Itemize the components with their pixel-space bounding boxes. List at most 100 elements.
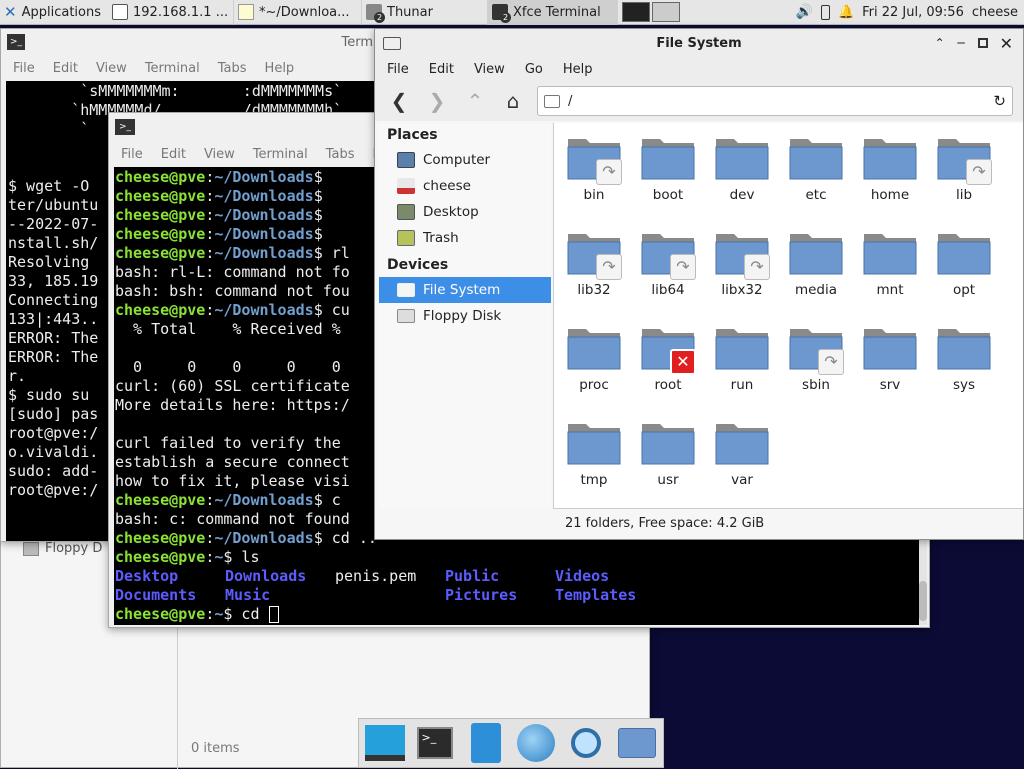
command-text: cd ..	[323, 529, 377, 547]
folder-icon	[640, 418, 696, 468]
back-button[interactable]: ❮	[385, 87, 413, 115]
drive-icon	[544, 95, 560, 108]
folder-item-libx32[interactable]: ↷libx32	[705, 228, 779, 298]
menu-item-view[interactable]: View	[204, 147, 235, 162]
title-bar[interactable]: >_ Term	[1, 29, 379, 55]
command-text: cd	[232, 605, 268, 623]
folder-item-tmp[interactable]: tmp	[557, 418, 631, 488]
taskbar-item-editor[interactable]: *~/Downloa...	[234, 0, 362, 25]
folder-item-lib32[interactable]: ↷lib32	[557, 228, 631, 298]
menu-item-edit[interactable]: Edit	[53, 61, 78, 76]
parent-folder-button[interactable]: ⌃	[461, 87, 489, 115]
menu-item-edit[interactable]: Edit	[429, 62, 454, 77]
scrollbar-thumb[interactable]	[919, 581, 927, 621]
folder-item-sys[interactable]: sys	[927, 323, 1001, 393]
ls-entry: Pictures	[445, 586, 555, 605]
folder-item-media[interactable]: media	[779, 228, 853, 298]
no-access-icon: ✕	[670, 349, 696, 375]
menu-item-terminal[interactable]: Terminal	[253, 147, 308, 162]
menu-item-tabs[interactable]: Tabs	[218, 61, 247, 76]
menu-item-help[interactable]: Help	[265, 61, 295, 76]
applications-menu[interactable]: ✕ Applications	[0, 0, 108, 25]
folder-item-proc[interactable]: proc	[557, 323, 631, 393]
sidebar-item-file-system[interactable]: File System	[379, 277, 551, 303]
output-text: % Total % Received %	[115, 320, 341, 338]
sidebar-item-desktop[interactable]: Desktop	[379, 199, 551, 225]
sidebar-item-trash[interactable]: Trash	[379, 225, 551, 251]
folder-item-root[interactable]: ✕root	[631, 323, 705, 393]
workspace-switcher[interactable]	[618, 0, 684, 25]
folder-icon: ✕	[640, 323, 696, 373]
menu-item-edit[interactable]: Edit	[161, 147, 186, 162]
folder-item-boot[interactable]: boot	[631, 133, 705, 203]
file-system-window[interactable]: File System ⌃ ‒ ✕ File Edit View Go Help ❮ ❯…	[374, 28, 1024, 540]
workspace-2-icon[interactable]	[652, 2, 680, 22]
show-desktop-icon[interactable]	[365, 721, 405, 765]
folder-item-lib[interactable]: ↷lib	[927, 133, 1001, 203]
system-tray: 🔊 🔔 Fri 22 Jul, 09:56 cheese	[790, 4, 1024, 20]
reload-icon[interactable]: ↻	[993, 92, 1006, 110]
home-folder-icon	[397, 178, 415, 194]
prompt-path: ~/Downloads	[214, 168, 313, 186]
menu-item-file[interactable]: File	[387, 62, 409, 77]
taskbar-item-browser[interactable]: 192.168.1.1 ...	[108, 0, 234, 25]
workspace-1-icon[interactable]	[622, 2, 650, 22]
folder-item-mnt[interactable]: mnt	[853, 228, 927, 298]
folder-name: proc	[557, 377, 631, 393]
menu-item-go[interactable]: Go	[525, 62, 543, 77]
folder-item-lib64[interactable]: ↷lib64	[631, 228, 705, 298]
forward-button[interactable]: ❯	[423, 87, 451, 115]
app-finder-icon[interactable]	[566, 721, 606, 765]
menu-item-file[interactable]: File	[13, 61, 35, 76]
folder-name: sys	[927, 377, 1001, 393]
taskbar-item-thunar[interactable]: 2 Thunar	[362, 0, 488, 25]
menu-item-tabs[interactable]: Tabs	[326, 147, 355, 162]
terminal-line: cheese@pve:~$ cd	[115, 605, 919, 624]
folder-item-srv[interactable]: srv	[853, 323, 927, 393]
menu-item-view[interactable]: View	[474, 62, 505, 77]
battery-icon[interactable]	[821, 5, 830, 20]
folder-item-sbin[interactable]: ↷sbin	[779, 323, 853, 393]
menu-item-view[interactable]: View	[96, 61, 127, 76]
folder-icon	[936, 323, 992, 373]
volume-icon[interactable]: 🔊	[796, 4, 813, 20]
folder-item-run[interactable]: run	[705, 323, 779, 393]
folder-grid: ↷binbootdevetchome↷lib ↷lib32↷lib64↷libx3…	[553, 123, 1023, 508]
ls-entry	[335, 586, 445, 605]
output-text: bash: bsh: command not fou	[115, 282, 350, 300]
terminal-launcher-icon[interactable]: >_	[415, 721, 455, 765]
top-panel: ✕ Applications 192.168.1.1 ... *~/Downlo…	[0, 0, 1024, 25]
sidebar-item-cheese[interactable]: cheese	[379, 173, 551, 199]
clock[interactable]: Fri 22 Jul, 09:56	[862, 5, 964, 20]
file-manager-launcher-icon[interactable]	[466, 721, 506, 765]
location-bar[interactable]: / ↻	[537, 86, 1013, 116]
folder-icon: ↷	[936, 133, 992, 183]
sidebar-item-computer[interactable]: Computer	[379, 147, 551, 173]
taskbar-item-terminal[interactable]: 2 Xfce Terminal	[488, 0, 618, 25]
output-text: 0 0 0 0 0	[115, 358, 341, 376]
folder-item-etc[interactable]: etc	[779, 133, 853, 203]
user-menu[interactable]: cheese	[972, 5, 1018, 20]
folder-item-bin[interactable]: ↷bin	[557, 133, 631, 203]
folder-item-opt[interactable]: opt	[927, 228, 1001, 298]
folder-launcher-icon[interactable]	[617, 721, 657, 765]
home-button[interactable]: ⌂	[499, 87, 527, 115]
sidebar-item-floppy-disk[interactable]: Floppy Disk	[379, 303, 551, 329]
menu-item-file[interactable]: File	[121, 147, 143, 162]
folder-icon	[714, 323, 770, 373]
terminal-icon: >_	[115, 119, 135, 135]
folder-item-usr[interactable]: usr	[631, 418, 705, 488]
prompt-user: cheese@pve	[115, 187, 205, 205]
menu-item-terminal[interactable]: Terminal	[145, 61, 200, 76]
folder-name: mnt	[853, 282, 927, 298]
notification-bell-icon[interactable]: 🔔	[838, 5, 854, 20]
symlink-arrow-icon: ↷	[744, 254, 770, 280]
web-browser-launcher-icon[interactable]	[516, 721, 556, 765]
folder-item-home[interactable]: home	[853, 133, 927, 203]
sidebar-item-floppy[interactable]: Floppy D	[23, 541, 102, 556]
output-text: establish a secure connect	[115, 453, 350, 471]
menu-item-help[interactable]: Help	[563, 62, 593, 77]
title-bar[interactable]: File System ⌃ ‒ ✕	[375, 29, 1023, 57]
folder-item-var[interactable]: var	[705, 418, 779, 488]
folder-item-dev[interactable]: dev	[705, 133, 779, 203]
